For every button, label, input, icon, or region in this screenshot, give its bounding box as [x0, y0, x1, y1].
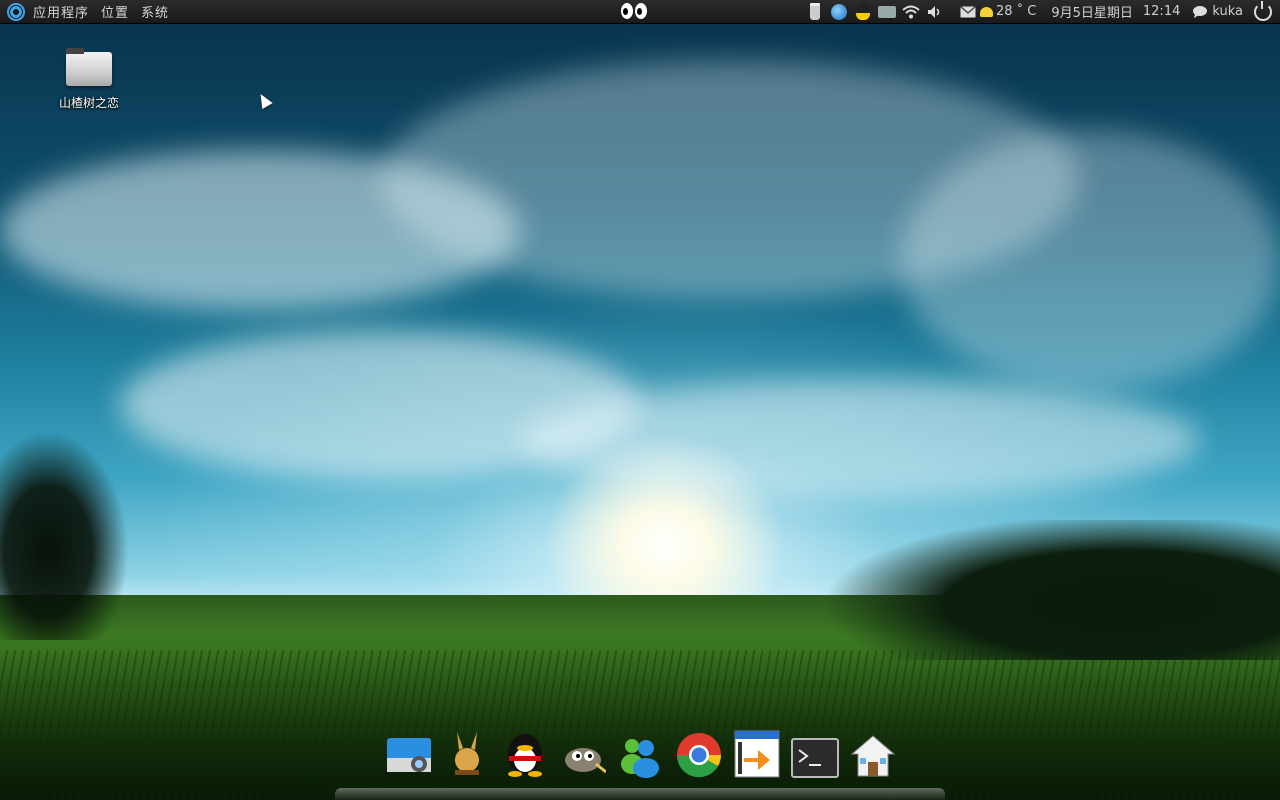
- menu-places[interactable]: 位置: [101, 2, 129, 21]
- left-eye-icon: [621, 3, 633, 19]
- chat-bubble-icon: [1193, 5, 1208, 18]
- dock: [384, 722, 898, 782]
- dock-item-messenger[interactable]: [616, 722, 666, 778]
- wifi-applet[interactable]: [902, 3, 920, 21]
- system-tray: 28 ˚ C 9月5日星期日 12:14 kuka: [803, 0, 1280, 23]
- window-switcher-icon: [734, 730, 780, 778]
- desktop-wallpaper: [0, 0, 1280, 800]
- chat-status-applet[interactable]: [1191, 3, 1209, 21]
- network-device-icon: [877, 5, 896, 18]
- trash-icon: [809, 3, 820, 20]
- weather-sun-icon: [979, 6, 993, 17]
- emule-icon: [455, 732, 479, 775]
- xeyes-applet[interactable]: [621, 3, 647, 19]
- gimp-icon: [565, 748, 606, 774]
- weather-applet[interactable]: 28 ˚ C: [979, 4, 1041, 19]
- menu-system[interactable]: 系统: [141, 2, 169, 21]
- volume-applet[interactable]: [926, 3, 944, 21]
- qq-icon: [508, 734, 542, 777]
- distro-logo-icon[interactable]: [7, 2, 25, 21]
- home-icon: [850, 735, 896, 777]
- terminal-icon: [791, 738, 839, 778]
- weather-temperature: 28 ˚ C: [995, 4, 1037, 19]
- clock-time[interactable]: 12:14: [1143, 4, 1180, 19]
- update-icon: [830, 3, 847, 20]
- folder-icon: [66, 48, 112, 86]
- right-eye-icon: [635, 3, 647, 19]
- camera-app-icon: [387, 738, 431, 772]
- dock-shelf: [335, 788, 945, 800]
- dock-item-qq[interactable]: [500, 722, 550, 778]
- dock-item-emule[interactable]: [442, 722, 492, 778]
- trash-applet[interactable]: [806, 3, 824, 21]
- qq-tray-icon: [855, 3, 870, 20]
- power-icon[interactable]: [1254, 0, 1272, 21]
- tray-app-blue[interactable]: [830, 3, 848, 21]
- speaker-icon: [927, 5, 940, 18]
- dock-item-window-switcher[interactable]: [732, 722, 782, 778]
- dock-item-camera[interactable]: [384, 722, 434, 778]
- desktop-folder-shortcut[interactable]: 山楂树之恋: [44, 48, 134, 111]
- chrome-icon: [676, 733, 721, 778]
- main-menu: 应用程序 位置 系统: [0, 2, 181, 21]
- wifi-icon: [902, 5, 920, 18]
- messenger-icon: [621, 739, 659, 778]
- clock-date[interactable]: 9月5日星期日: [1051, 2, 1133, 21]
- mail-applet[interactable]: [959, 3, 977, 21]
- tray-qq[interactable]: [854, 3, 872, 21]
- top-panel: 应用程序 位置 系统 28 ˚ C 9月5日星期日 12:14 kuka: [0, 0, 1280, 24]
- username[interactable]: kuka: [1212, 4, 1243, 19]
- dock-item-gimp[interactable]: [558, 722, 608, 778]
- desktop-folder-label: 山楂树之恋: [58, 96, 119, 110]
- menu-applications[interactable]: 应用程序: [33, 2, 89, 21]
- mail-icon: [960, 5, 976, 17]
- tray-network-device[interactable]: [877, 3, 896, 21]
- dock-item-chrome[interactable]: [674, 722, 724, 778]
- dock-item-home[interactable]: [848, 722, 898, 778]
- dock-item-terminal[interactable]: [790, 722, 840, 778]
